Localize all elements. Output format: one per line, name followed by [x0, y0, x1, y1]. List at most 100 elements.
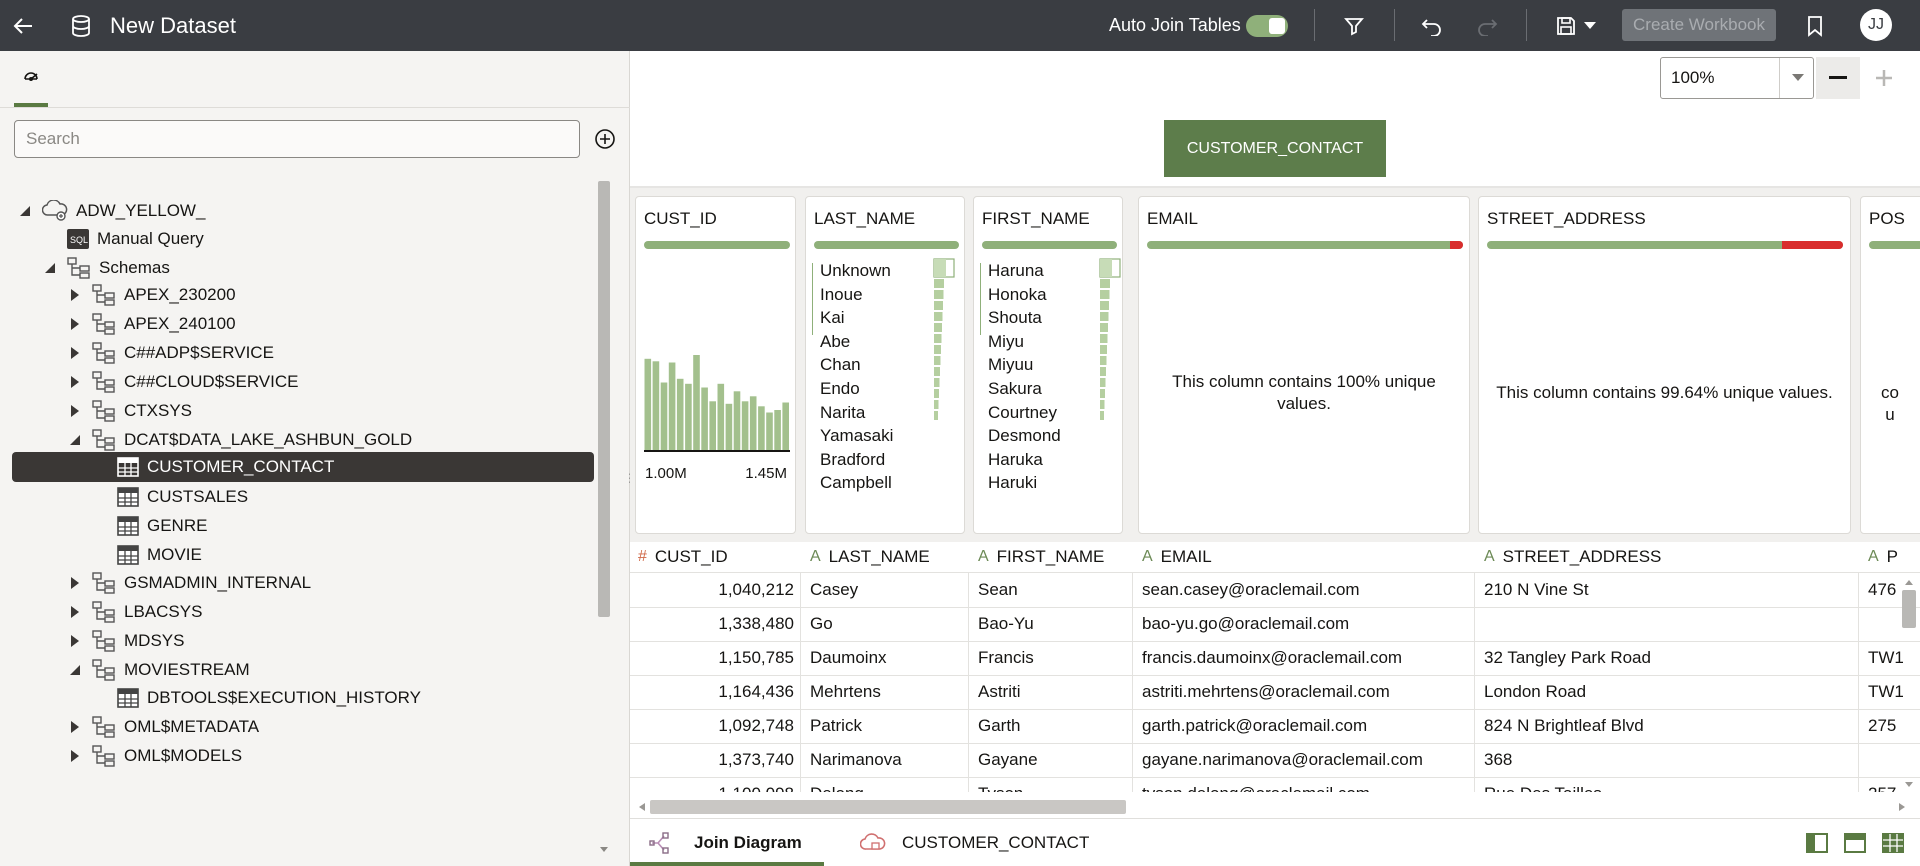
- bookmark-button[interactable]: [1806, 0, 1824, 51]
- grid-cell[interactable]: Daumoinx: [810, 641, 887, 675]
- collapsed-caret-icon[interactable]: [68, 404, 82, 418]
- histogram-bar[interactable]: [693, 355, 700, 450]
- top-value-item[interactable]: Miyu: [988, 332, 1024, 352]
- grid-cell[interactable]: Gayane: [978, 743, 1038, 777]
- add-connection-button[interactable]: [593, 127, 617, 151]
- grid-cell[interactable]: 824 N Brightleaf Blvd: [1484, 709, 1644, 743]
- auto-join-toggle[interactable]: [1246, 14, 1288, 37]
- top-value-item[interactable]: Haruka: [988, 450, 1043, 470]
- top-value-item[interactable]: Abe: [820, 332, 850, 352]
- collapsed-caret-icon[interactable]: [68, 749, 82, 763]
- top-value-item[interactable]: Bradford: [820, 450, 885, 470]
- zoom-in-button[interactable]: [1862, 57, 1906, 99]
- grid-cell[interactable]: Narimanova: [810, 743, 902, 777]
- create-workbook-button[interactable]: Create Workbook: [1622, 9, 1776, 41]
- expanded-caret-icon[interactable]: [43, 262, 57, 274]
- expanded-caret-icon[interactable]: [68, 434, 82, 446]
- grid-cell[interactable]: garth.patrick@oraclemail.com: [1142, 709, 1367, 743]
- grid-cell[interactable]: TW1: [1868, 675, 1904, 709]
- tree-item-apex-230200[interactable]: APEX_230200: [68, 280, 236, 310]
- collapsed-caret-icon[interactable]: [68, 576, 82, 590]
- collapsed-caret-icon[interactable]: [68, 375, 82, 389]
- zoom-select[interactable]: 100%: [1660, 57, 1814, 99]
- grid-cell[interactable]: Casey: [810, 573, 858, 607]
- histogram-bar[interactable]: [758, 406, 765, 451]
- top-value-item[interactable]: Inoue: [820, 285, 863, 305]
- grid-cell[interactable]: 1,100,098: [630, 777, 794, 792]
- grid-cell[interactable]: Mehrtens: [810, 675, 881, 709]
- scroll-left-icon[interactable]: [636, 801, 648, 813]
- column-header-p[interactable]: AP: [1868, 542, 1898, 572]
- profile-card-cust-id[interactable]: CUST_ID 1.00M 1.45M: [635, 196, 796, 534]
- top-value-item[interactable]: Desmond: [988, 426, 1061, 446]
- grid-cell[interactable]: 32 Tangley Park Road: [1484, 641, 1651, 675]
- column-header-email[interactable]: A EMAIL: [1142, 542, 1212, 572]
- profile-card-street-address[interactable]: STREET_ADDRESS This column contains 99.6…: [1478, 196, 1851, 534]
- histogram-bar[interactable]: [774, 410, 781, 450]
- tree-item-dcat-data-lake-ashbun-gold[interactable]: DCAT$DATA_LAKE_ASHBUN_GOLD: [68, 425, 412, 455]
- zoom-out-button[interactable]: [1816, 57, 1860, 99]
- top-value-item[interactable]: Narita: [820, 403, 865, 423]
- tree-item-moviestream[interactable]: MOVIESTREAM: [68, 655, 250, 685]
- grid-cell[interactable]: Bao-Yu: [978, 607, 1034, 641]
- histogram-bar[interactable]: [725, 403, 733, 451]
- histogram-bar[interactable]: [749, 396, 757, 451]
- grid-cell[interactable]: Go: [810, 607, 833, 641]
- tree-item-adw-yellow[interactable]: ADW_YELLOW_: [18, 196, 205, 226]
- histogram-bar[interactable]: [685, 383, 692, 451]
- grid-cell[interactable]: 1,338,480: [630, 607, 794, 641]
- tree-item-gsmadmin-internal[interactable]: GSMADMIN_INTERNAL: [68, 568, 311, 598]
- search-input[interactable]: [14, 120, 580, 158]
- tree-item-mdsys[interactable]: MDSYS: [68, 626, 184, 656]
- tree-item-c-adp-service[interactable]: C##ADP$SERVICE: [68, 338, 274, 368]
- expanded-caret-icon[interactable]: [68, 664, 82, 676]
- grid-cell[interactable]: Astriti: [978, 675, 1021, 709]
- undo-button[interactable]: [1420, 0, 1444, 51]
- grid-cell[interactable]: 368: [1484, 743, 1512, 777]
- save-menu-button[interactable]: [1583, 0, 1597, 51]
- grid-cell[interactable]: tyson.delong@oraclemail.com: [1142, 777, 1370, 792]
- histogram-bar[interactable]: [701, 387, 708, 451]
- tree-item-oml-models[interactable]: OML$MODELS: [68, 741, 242, 771]
- grid-cell[interactable]: Tyson: [978, 777, 1023, 792]
- grid-cell[interactable]: 1,092,748: [630, 709, 794, 743]
- scroll-up-icon[interactable]: [1903, 577, 1915, 587]
- grid-cell[interactable]: 275: [1868, 709, 1896, 743]
- tree-item-ctxsys[interactable]: CTXSYS: [68, 396, 192, 426]
- profile-card-first-name[interactable]: FIRST_NAME Haruna Honoka Shouta Miyu Miyuu Sa…: [973, 196, 1123, 534]
- grid-cell[interactable]: astriti.mehrtens@oraclemail.com: [1142, 675, 1390, 709]
- grid-cell[interactable]: TW1: [1868, 641, 1904, 675]
- column-header-first-name[interactable]: A FIRST_NAME: [978, 542, 1104, 572]
- top-value-item[interactable]: Chan: [820, 355, 861, 375]
- histogram-bar[interactable]: [709, 401, 716, 451]
- grid-cell[interactable]: francis.daumoinx@oraclemail.com: [1142, 641, 1402, 675]
- tree-item-custsales[interactable]: CUSTSALES: [93, 482, 248, 512]
- top-value-item[interactable]: Yamasaki: [820, 426, 893, 446]
- profile-card-postal[interactable]: POS co u: [1860, 196, 1920, 534]
- entity-customer-contact[interactable]: CUSTOMER_CONTACT: [1164, 120, 1386, 177]
- grid-cell[interactable]: 257: [1868, 777, 1896, 792]
- layout-left-button[interactable]: [1806, 819, 1828, 866]
- grid-horizontal-scroll-thumb[interactable]: [650, 800, 1126, 814]
- user-avatar[interactable]: JJ: [1860, 9, 1892, 41]
- column-header-street-address[interactable]: A STREET_ADDRESS: [1484, 542, 1661, 572]
- histogram-bar[interactable]: [733, 391, 741, 451]
- layout-top-button[interactable]: [1844, 819, 1866, 866]
- save-button[interactable]: [1555, 0, 1577, 51]
- grid-cell[interactable]: 210 N Vine St: [1484, 573, 1589, 607]
- redo-button[interactable]: [1475, 0, 1499, 51]
- tree-item-c-cloud-service[interactable]: C##CLOUD$SERVICE: [68, 367, 298, 397]
- histogram-bar[interactable]: [717, 383, 725, 451]
- top-value-item[interactable]: Unknown: [820, 261, 891, 281]
- histogram-bar[interactable]: [660, 382, 668, 451]
- top-value-item[interactable]: Kai: [820, 308, 845, 328]
- scroll-right-icon[interactable]: [1896, 801, 1908, 813]
- histogram-bar[interactable]: [782, 402, 789, 451]
- column-header-last-name[interactable]: A LAST_NAME: [810, 542, 930, 572]
- top-value-item[interactable]: Shouta: [988, 308, 1042, 328]
- tree-item-apex-240100[interactable]: APEX_240100: [68, 309, 236, 339]
- tab-connections[interactable]: [14, 64, 48, 105]
- top-value-item[interactable]: Sakura: [988, 379, 1042, 399]
- top-value-item[interactable]: Haruna: [988, 261, 1044, 281]
- grid-cell[interactable]: 1,164,436: [630, 675, 794, 709]
